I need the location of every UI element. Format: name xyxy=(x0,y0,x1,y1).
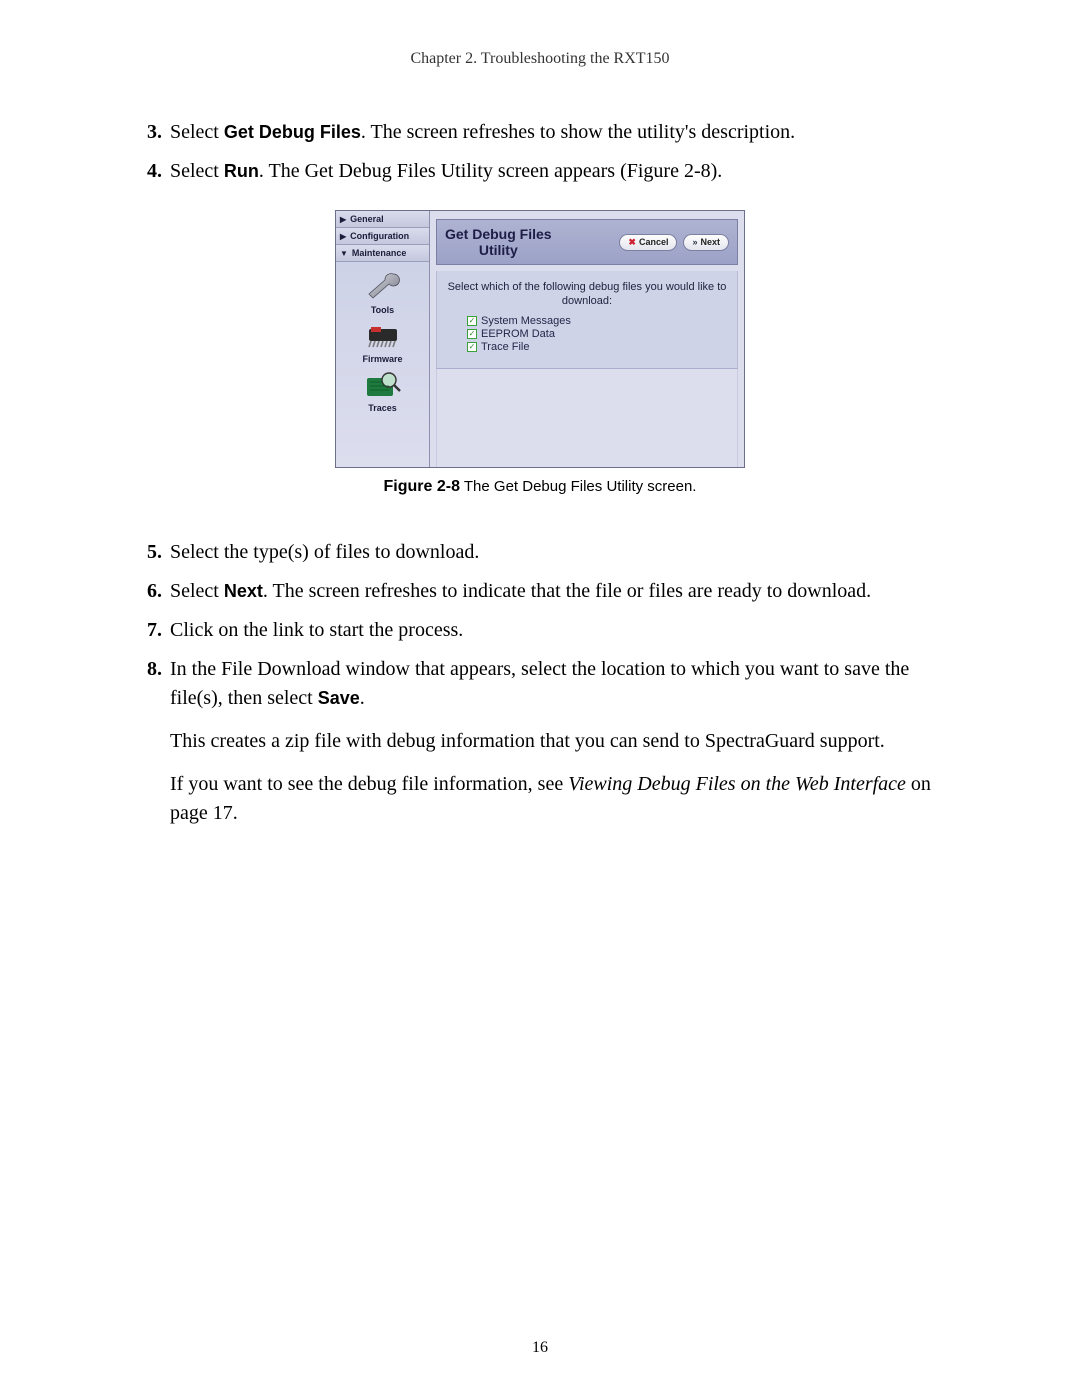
check-eeprom-data[interactable]: ✓ EEPROM Data xyxy=(467,328,727,340)
panel-titlebar: Get Debug Files Utility ✖ Cancel » Next xyxy=(436,219,738,265)
text-run: . The Get Debug Files Utility screen app… xyxy=(259,160,722,182)
italic-run: Viewing Debug Files on the Web Interface xyxy=(568,773,906,795)
follow-paragraph-2: If you want to see the debug file inform… xyxy=(170,770,950,828)
nav-label: Maintenance xyxy=(352,248,407,258)
nav-maintenance[interactable]: ▼ Maintenance xyxy=(336,245,429,262)
checkbox-icon: ✓ xyxy=(467,316,477,326)
text-run: . The screen refreshes to indicate that … xyxy=(263,580,871,602)
screenshot-sidebar: ▶ General ▶ Configuration ▼ Maintenance xyxy=(336,211,430,467)
step-7: 7. Click on the link to start the proces… xyxy=(130,616,950,645)
subnav-label: Firmware xyxy=(362,354,402,364)
check-label: Trace File xyxy=(481,341,530,353)
wrench-icon xyxy=(361,268,405,304)
checkbox-list: ✓ System Messages ✓ EEPROM Data ✓ Trace … xyxy=(467,315,727,353)
text-run: In the File Download window that appears… xyxy=(170,658,909,709)
instruction-list-top: 3. Select Get Debug Files. The screen re… xyxy=(130,118,950,186)
text-run: . xyxy=(360,687,365,709)
next-arrow-icon: » xyxy=(692,237,697,247)
step-text: Select the type(s) of files to download. xyxy=(170,538,950,567)
subnav-label: Tools xyxy=(371,305,394,315)
step-number: 4. xyxy=(130,157,162,186)
step-number: 5. xyxy=(130,538,162,567)
step-number: 7. xyxy=(130,616,162,645)
figure-caption: Figure 2-8 The Get Debug Files Utility s… xyxy=(130,476,950,496)
text-run: Select xyxy=(170,121,224,143)
checkbox-icon: ✓ xyxy=(467,329,477,339)
step-6: 6. Select Next. The screen refreshes to … xyxy=(130,577,950,606)
triangle-down-icon: ▼ xyxy=(340,249,348,258)
figure-caption-text: The Get Debug Files Utility screen. xyxy=(460,478,696,495)
subnav: Tools xyxy=(336,262,429,467)
panel-buttons: ✖ Cancel » Next xyxy=(619,234,729,251)
panel-empty-area xyxy=(436,369,738,467)
step-8: 8. In the File Download window that appe… xyxy=(130,655,950,713)
step-text: Click on the link to start the process. xyxy=(170,616,950,645)
chapter-header: Chapter 2. Troubleshooting the RXT150 xyxy=(130,50,950,68)
page-number: 16 xyxy=(0,1339,1080,1357)
text-run: Select xyxy=(170,580,224,602)
panel-title: Get Debug Files Utility xyxy=(445,226,552,258)
bold-run: Next xyxy=(224,581,263,601)
document-page: Chapter 2. Troubleshooting the RXT150 3.… xyxy=(0,0,1080,1397)
button-label: Next xyxy=(700,237,720,247)
bold-run: Save xyxy=(318,688,360,708)
step-3: 3. Select Get Debug Files. The screen re… xyxy=(130,118,950,147)
check-label: EEPROM Data xyxy=(481,328,555,340)
follow-paragraph-1: This creates a zip file with debug infor… xyxy=(170,727,950,756)
title-line2: Utility xyxy=(479,242,518,258)
button-label: Cancel xyxy=(639,237,669,247)
figure-2-8: ▶ General ▶ Configuration ▼ Maintenance xyxy=(130,210,950,496)
check-trace-file[interactable]: ✓ Trace File xyxy=(467,341,727,353)
subnav-firmware[interactable]: Firmware xyxy=(361,317,405,364)
nav-label: General xyxy=(350,214,384,224)
step-number: 6. xyxy=(130,577,162,606)
subnav-tools[interactable]: Tools xyxy=(361,268,405,315)
subnav-label: Traces xyxy=(368,403,397,413)
step-4: 4. Select Run. The Get Debug Files Utili… xyxy=(130,157,950,186)
step-number: 8. xyxy=(130,655,162,684)
bold-run: Run xyxy=(224,161,259,181)
figure-caption-bold: Figure 2-8 xyxy=(384,478,460,495)
bold-run: Get Debug Files xyxy=(224,122,361,142)
step-text: Select Get Debug Files. The screen refre… xyxy=(170,118,950,147)
magnifier-icon xyxy=(361,366,405,402)
utility-screenshot: ▶ General ▶ Configuration ▼ Maintenance xyxy=(335,210,745,468)
check-label: System Messages xyxy=(481,315,571,327)
step-text: In the File Download window that appears… xyxy=(170,655,950,713)
step-5: 5. Select the type(s) of files to downlo… xyxy=(130,538,950,567)
nav-configuration[interactable]: ▶ Configuration xyxy=(336,228,429,245)
panel-body: Select which of the following debug file… xyxy=(436,271,738,369)
text-run: If you want to see the debug file inform… xyxy=(170,773,568,795)
nav-general[interactable]: ▶ General xyxy=(336,211,429,228)
instruction-list-bottom: 5. Select the type(s) of files to downlo… xyxy=(130,538,950,713)
title-line1: Get Debug Files xyxy=(445,226,552,242)
subnav-traces[interactable]: Traces xyxy=(361,366,405,413)
panel-prompt: Select which of the following debug file… xyxy=(447,281,727,309)
chip-icon xyxy=(361,317,405,353)
step-text: Select Run. The Get Debug Files Utility … xyxy=(170,157,950,186)
checkbox-icon: ✓ xyxy=(467,342,477,352)
triangle-right-icon: ▶ xyxy=(340,232,346,241)
step-number: 3. xyxy=(130,118,162,147)
text-run: Select xyxy=(170,160,224,182)
step-text: Select Next. The screen refreshes to ind… xyxy=(170,577,950,606)
next-button[interactable]: » Next xyxy=(683,234,729,251)
triangle-right-icon: ▶ xyxy=(340,215,346,224)
screenshot-main: Get Debug Files Utility ✖ Cancel » Next xyxy=(430,211,744,467)
check-system-messages[interactable]: ✓ System Messages xyxy=(467,315,727,327)
cancel-button[interactable]: ✖ Cancel xyxy=(619,234,677,251)
nav-label: Configuration xyxy=(350,231,409,241)
text-run: . The screen refreshes to show the utili… xyxy=(361,121,795,143)
cancel-x-icon: ✖ xyxy=(628,237,636,248)
